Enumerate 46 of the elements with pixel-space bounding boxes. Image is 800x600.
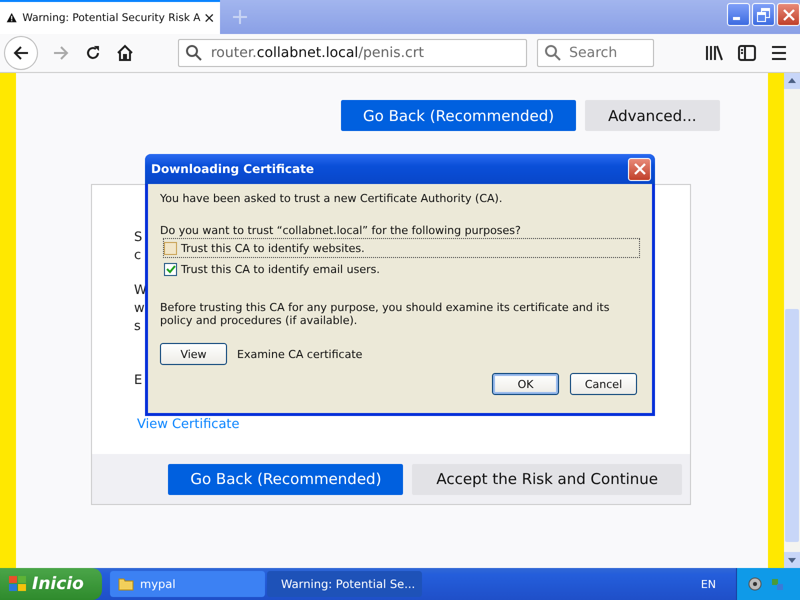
view-label: Examine CA certificate bbox=[237, 348, 362, 360]
checkbox-label: Trust this CA to identify websites. bbox=[181, 242, 365, 254]
taskbar-item[interactable]: mypal bbox=[110, 571, 265, 597]
home-icon[interactable] bbox=[116, 44, 134, 62]
text-fragment: E bbox=[134, 373, 142, 388]
speaker-icon[interactable] bbox=[747, 576, 763, 592]
scrollbar[interactable] bbox=[784, 73, 800, 568]
text-fragment: s bbox=[134, 319, 141, 334]
restore-icon[interactable] bbox=[752, 3, 775, 26]
menu-icon[interactable] bbox=[770, 45, 788, 61]
tab-title: Warning: Potential Security Risk A bbox=[22, 12, 200, 24]
checkbox-label: Trust this CA to identify email users. bbox=[181, 262, 380, 276]
checkbox[interactable] bbox=[164, 262, 177, 276]
back-button[interactable] bbox=[4, 36, 38, 70]
folder-icon bbox=[118, 577, 134, 591]
language-indicator[interactable]: EN bbox=[700, 578, 716, 590]
address-field[interactable]: router.collabnet.local/penis.crt bbox=[178, 39, 528, 67]
text-fragment: c bbox=[134, 248, 142, 263]
accept-risk-button[interactable]: Accept the Risk and Continue bbox=[412, 464, 682, 494]
scroll-down-icon[interactable] bbox=[784, 552, 800, 568]
cancel-button[interactable]: Cancel bbox=[570, 373, 637, 395]
view-button[interactable]: View bbox=[160, 343, 227, 365]
dialog-text: Do you want to trust “collabnet.local” for the following purposes? bbox=[160, 224, 522, 237]
start-button[interactable]: Inicio bbox=[0, 568, 102, 600]
advanced-button[interactable]: Advanced... bbox=[585, 100, 720, 131]
dialog-text: You have been asked to trust a new Certificate Authority (CA). bbox=[160, 192, 504, 205]
search-icon bbox=[184, 44, 203, 62]
browser-tab[interactable]: Warning: Potential Security Risk A bbox=[0, 0, 220, 34]
flag-logo bbox=[8, 575, 28, 593]
scroll-up-icon[interactable] bbox=[784, 73, 800, 89]
library-icon[interactable] bbox=[704, 44, 724, 62]
taskbar-item[interactable]: Warning: Potential Se... bbox=[267, 571, 422, 597]
dialog-title: Downloading Certificate bbox=[151, 162, 314, 176]
back-arrow-icon bbox=[12, 44, 30, 62]
go-back-button[interactable]: Go Back (Recommended) bbox=[168, 464, 404, 494]
view-certificate-link[interactable]: View Certificate bbox=[137, 417, 240, 432]
dialog-text: Before trusting this CA for any purpose, you should examine its certificate and its policy and procedures (if available). bbox=[160, 301, 610, 327]
minimize-icon[interactable] bbox=[727, 3, 750, 26]
sidebar-icon[interactable] bbox=[738, 45, 756, 61]
checkbox[interactable] bbox=[164, 242, 177, 254]
search-field[interactable]: Search bbox=[537, 39, 654, 67]
text-fragment: w bbox=[134, 301, 145, 316]
ok-button[interactable]: OK bbox=[492, 373, 559, 395]
text-fragment: S bbox=[134, 230, 142, 245]
close-icon[interactable] bbox=[205, 12, 214, 24]
go-back-button[interactable]: Go Back (Recommended) bbox=[341, 100, 576, 131]
